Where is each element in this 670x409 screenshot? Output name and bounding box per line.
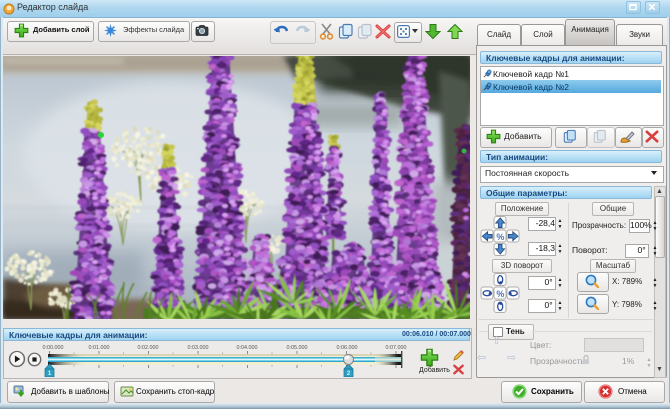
svg-text:0:03.000: 0:03.000 <box>188 345 209 351</box>
svg-text:0:02.000: 0:02.000 <box>138 345 159 351</box>
svg-text:0:06.000: 0:06.000 <box>337 345 358 351</box>
svg-text:%: % <box>496 232 504 242</box>
svg-text:%: % <box>496 289 504 299</box>
svg-text:0:07.000: 0:07.000 <box>386 345 407 351</box>
svg-text:0:00.000: 0:00.000 <box>43 345 64 351</box>
svg-text:0:01.000: 0:01.000 <box>89 345 110 351</box>
svg-text:0:04.000: 0:04.000 <box>237 345 258 351</box>
svg-text:0:05.000: 0:05.000 <box>287 345 308 351</box>
